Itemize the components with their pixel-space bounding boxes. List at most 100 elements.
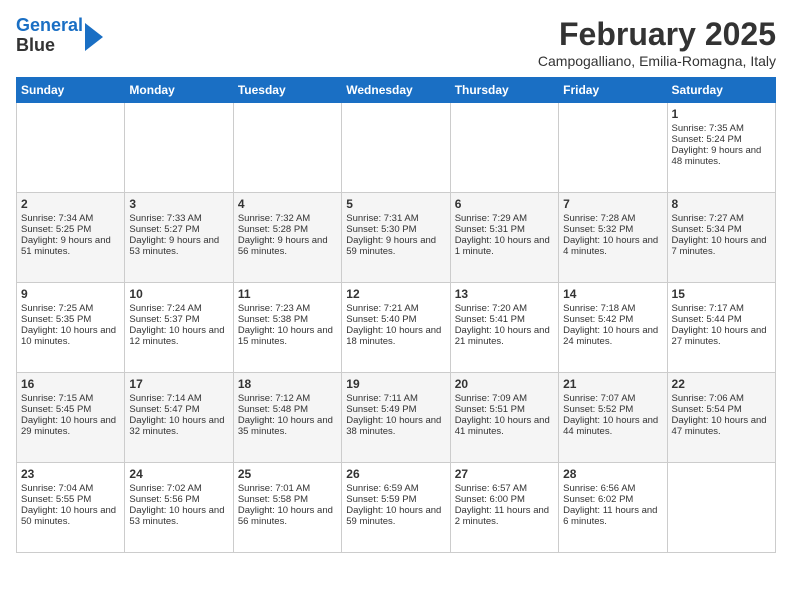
table-row: 17Sunrise: 7:14 AMSunset: 5:47 PMDayligh…	[125, 373, 233, 463]
header-tuesday: Tuesday	[233, 78, 341, 103]
day-content: Daylight: 10 hours and 44 minutes.	[563, 415, 662, 437]
day-number: 7	[563, 197, 662, 211]
day-number: 19	[346, 377, 445, 391]
day-content: Daylight: 10 hours and 38 minutes.	[346, 415, 445, 437]
table-row: 5Sunrise: 7:31 AMSunset: 5:30 PMDaylight…	[342, 193, 450, 283]
day-number: 10	[129, 287, 228, 301]
table-row	[342, 103, 450, 193]
header-friday: Friday	[559, 78, 667, 103]
day-number: 26	[346, 467, 445, 481]
day-content: Sunset: 5:25 PM	[21, 224, 120, 235]
day-content: Sunset: 5:38 PM	[238, 314, 337, 325]
day-content: Sunset: 5:52 PM	[563, 404, 662, 415]
table-row: 15Sunrise: 7:17 AMSunset: 5:44 PMDayligh…	[667, 283, 775, 373]
day-content: Sunrise: 7:34 AM	[21, 213, 120, 224]
table-row: 9Sunrise: 7:25 AMSunset: 5:35 PMDaylight…	[17, 283, 125, 373]
day-content: Daylight: 10 hours and 10 minutes.	[21, 325, 120, 347]
day-content: Sunrise: 7:09 AM	[455, 393, 554, 404]
calendar-week-row: 1Sunrise: 7:35 AMSunset: 5:24 PMDaylight…	[17, 103, 776, 193]
day-content: Sunrise: 7:21 AM	[346, 303, 445, 314]
day-content: Sunset: 5:31 PM	[455, 224, 554, 235]
table-row	[559, 103, 667, 193]
day-content: Daylight: 10 hours and 47 minutes.	[672, 415, 771, 437]
day-content: Daylight: 9 hours and 53 minutes.	[129, 235, 228, 257]
day-content: Sunrise: 6:59 AM	[346, 483, 445, 494]
table-row: 22Sunrise: 7:06 AMSunset: 5:54 PMDayligh…	[667, 373, 775, 463]
day-content: Daylight: 10 hours and 1 minute.	[455, 235, 554, 257]
day-content: Sunset: 5:56 PM	[129, 494, 228, 505]
day-content: Sunset: 5:59 PM	[346, 494, 445, 505]
header-sunday: Sunday	[17, 78, 125, 103]
day-content: Daylight: 9 hours and 56 minutes.	[238, 235, 337, 257]
day-content: Sunrise: 7:31 AM	[346, 213, 445, 224]
day-content: Sunrise: 7:32 AM	[238, 213, 337, 224]
day-content: Sunset: 5:37 PM	[129, 314, 228, 325]
logo-line2: Blue	[16, 35, 55, 55]
logo-line1: General	[16, 15, 83, 35]
day-content: Daylight: 10 hours and 24 minutes.	[563, 325, 662, 347]
table-row	[667, 463, 775, 553]
day-number: 21	[563, 377, 662, 391]
day-content: Daylight: 10 hours and 4 minutes.	[563, 235, 662, 257]
day-number: 20	[455, 377, 554, 391]
day-content: Sunrise: 6:57 AM	[455, 483, 554, 494]
table-row	[17, 103, 125, 193]
day-content: Sunset: 5:48 PM	[238, 404, 337, 415]
day-number: 17	[129, 377, 228, 391]
day-number: 1	[672, 107, 771, 121]
day-content: Sunrise: 7:29 AM	[455, 213, 554, 224]
day-content: Sunset: 5:27 PM	[129, 224, 228, 235]
table-row: 12Sunrise: 7:21 AMSunset: 5:40 PMDayligh…	[342, 283, 450, 373]
logo-text: General Blue	[16, 16, 83, 56]
day-content: Sunrise: 7:24 AM	[129, 303, 228, 314]
day-content: Sunrise: 7:33 AM	[129, 213, 228, 224]
calendar-week-row: 23Sunrise: 7:04 AMSunset: 5:55 PMDayligh…	[17, 463, 776, 553]
day-content: Sunrise: 7:23 AM	[238, 303, 337, 314]
day-content: Sunrise: 7:06 AM	[672, 393, 771, 404]
table-row: 24Sunrise: 7:02 AMSunset: 5:56 PMDayligh…	[125, 463, 233, 553]
day-content: Daylight: 10 hours and 7 minutes.	[672, 235, 771, 257]
calendar-week-row: 16Sunrise: 7:15 AMSunset: 5:45 PMDayligh…	[17, 373, 776, 463]
day-number: 13	[455, 287, 554, 301]
day-content: Daylight: 10 hours and 18 minutes.	[346, 325, 445, 347]
day-number: 11	[238, 287, 337, 301]
table-row	[450, 103, 558, 193]
day-content: Sunset: 5:49 PM	[346, 404, 445, 415]
day-number: 4	[238, 197, 337, 211]
day-content: Sunrise: 7:04 AM	[21, 483, 120, 494]
day-content: Daylight: 10 hours and 50 minutes.	[21, 505, 120, 527]
day-content: Daylight: 11 hours and 2 minutes.	[455, 505, 554, 527]
day-content: Sunrise: 7:28 AM	[563, 213, 662, 224]
table-row: 13Sunrise: 7:20 AMSunset: 5:41 PMDayligh…	[450, 283, 558, 373]
day-content: Sunset: 5:34 PM	[672, 224, 771, 235]
day-number: 14	[563, 287, 662, 301]
day-content: Daylight: 10 hours and 56 minutes.	[238, 505, 337, 527]
day-content: Daylight: 10 hours and 15 minutes.	[238, 325, 337, 347]
day-content: Daylight: 10 hours and 29 minutes.	[21, 415, 120, 437]
table-row: 21Sunrise: 7:07 AMSunset: 5:52 PMDayligh…	[559, 373, 667, 463]
table-row: 7Sunrise: 7:28 AMSunset: 5:32 PMDaylight…	[559, 193, 667, 283]
day-content: Sunrise: 7:20 AM	[455, 303, 554, 314]
table-row: 10Sunrise: 7:24 AMSunset: 5:37 PMDayligh…	[125, 283, 233, 373]
table-row: 26Sunrise: 6:59 AMSunset: 5:59 PMDayligh…	[342, 463, 450, 553]
day-content: Daylight: 9 hours and 48 minutes.	[672, 145, 771, 167]
table-row: 18Sunrise: 7:12 AMSunset: 5:48 PMDayligh…	[233, 373, 341, 463]
header-saturday: Saturday	[667, 78, 775, 103]
calendar-table: Sunday Monday Tuesday Wednesday Thursday…	[16, 77, 776, 553]
day-content: Daylight: 10 hours and 32 minutes.	[129, 415, 228, 437]
day-number: 3	[129, 197, 228, 211]
table-row: 27Sunrise: 6:57 AMSunset: 6:00 PMDayligh…	[450, 463, 558, 553]
day-content: Sunrise: 7:17 AM	[672, 303, 771, 314]
day-number: 2	[21, 197, 120, 211]
day-content: Daylight: 9 hours and 51 minutes.	[21, 235, 120, 257]
calendar-header-row: Sunday Monday Tuesday Wednesday Thursday…	[17, 78, 776, 103]
logo-arrow-icon	[85, 23, 103, 51]
title-block: February 2025 Campogalliano, Emilia-Roma…	[538, 16, 776, 69]
day-number: 22	[672, 377, 771, 391]
day-number: 8	[672, 197, 771, 211]
day-number: 16	[21, 377, 120, 391]
day-content: Sunset: 5:51 PM	[455, 404, 554, 415]
day-content: Daylight: 11 hours and 6 minutes.	[563, 505, 662, 527]
table-row: 6Sunrise: 7:29 AMSunset: 5:31 PMDaylight…	[450, 193, 558, 283]
logo: General Blue	[16, 16, 103, 56]
